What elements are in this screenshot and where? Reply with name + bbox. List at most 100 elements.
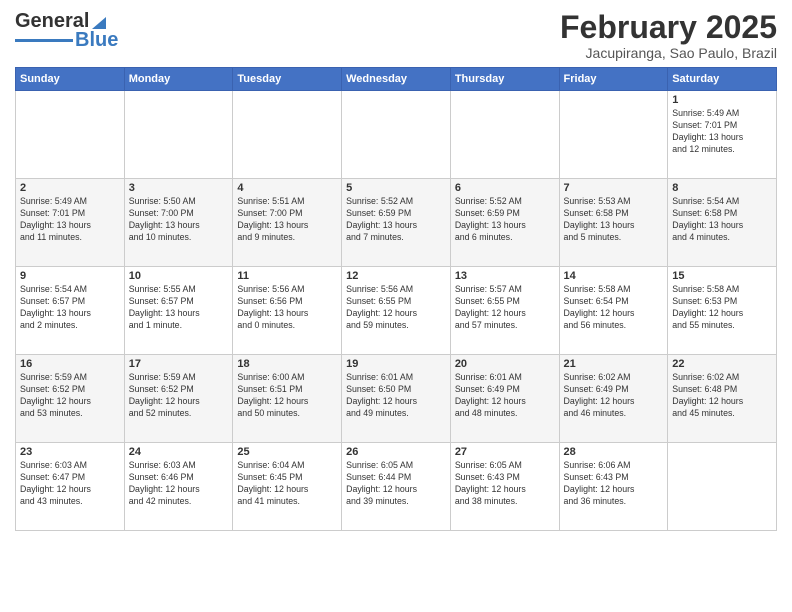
day-info: Sunrise: 6:04 AMSunset: 6:45 PMDaylight:… [237, 460, 337, 508]
day-number: 14 [564, 270, 664, 282]
day-info: Sunrise: 6:05 AMSunset: 6:44 PMDaylight:… [346, 460, 446, 508]
day-info: Sunrise: 5:55 AMSunset: 6:57 PMDaylight:… [129, 284, 229, 332]
table-row: 9Sunrise: 5:54 AMSunset: 6:57 PMDaylight… [16, 267, 125, 355]
table-row: 2 Sunrise: 5:49 AMSunset: 7:01 PMDaylight… [16, 179, 125, 267]
day-number: 22 [672, 358, 772, 370]
table-row [16, 91, 125, 179]
day-number: 5 [346, 182, 446, 194]
day-number: 12 [346, 270, 446, 282]
day-info: Sunrise: 6:02 AMSunset: 6:48 PMDaylight:… [672, 372, 772, 420]
table-row: 5 Sunrise: 5:52 AMSunset: 6:59 PMDaylight… [342, 179, 451, 267]
day-number: 1 [672, 94, 772, 106]
day-info: Sunrise: 5:57 AMSunset: 6:55 PMDaylight:… [455, 284, 555, 332]
table-row: 27 Sunrise: 6:05 AMSunset: 6:43 PMDayligh… [450, 443, 559, 531]
table-row: 1 Sunrise: 5:49 AMSunset: 7:01 PMDaylight… [668, 91, 777, 179]
day-number: 21 [564, 358, 664, 370]
day-number: 26 [346, 446, 446, 458]
table-row: 8Sunrise: 5:54 AMSunset: 6:58 PMDaylight… [668, 179, 777, 267]
logo-blue: Blue [75, 29, 118, 52]
table-row: 20Sunrise: 6:01 AMSunset: 6:49 PMDayligh… [450, 355, 559, 443]
month-title: February 2025 [560, 10, 777, 45]
table-row: 21 Sunrise: 6:02 AMSunset: 6:49 PMDayligh… [559, 355, 668, 443]
day-number: 25 [237, 446, 337, 458]
day-info: Sunrise: 5:58 AMSunset: 6:53 PMDaylight:… [672, 284, 772, 332]
day-number: 4 [237, 182, 337, 194]
day-info: Sunrise: 6:01 AMSunset: 6:49 PMDaylight:… [455, 372, 555, 420]
day-info: Sunrise: 5:54 AMSunset: 6:58 PMDaylight:… [672, 196, 772, 244]
logo-triangle-icon [90, 13, 108, 31]
day-number: 23 [20, 446, 120, 458]
table-row: 3 Sunrise: 5:50 AMSunset: 7:00 PMDaylight… [124, 179, 233, 267]
day-info: Sunrise: 5:56 AMSunset: 6:55 PMDaylight:… [346, 284, 446, 332]
table-row [450, 91, 559, 179]
table-row: 25 Sunrise: 6:04 AMSunset: 6:45 PMDayligh… [233, 443, 342, 531]
col-sunday: Sunday [16, 68, 125, 91]
day-info: Sunrise: 5:50 AMSunset: 7:00 PMDaylight:… [129, 196, 229, 244]
day-info: Sunrise: 5:52 AMSunset: 6:59 PMDaylight:… [346, 196, 446, 244]
col-friday: Friday [559, 68, 668, 91]
day-number: 2 [20, 182, 120, 194]
table-row [233, 91, 342, 179]
day-info: Sunrise: 5:49 AMSunset: 7:01 PMDaylight:… [672, 108, 772, 156]
day-info: Sunrise: 5:52 AMSunset: 6:59 PMDaylight:… [455, 196, 555, 244]
table-row: 19 Sunrise: 6:01 AMSunset: 6:50 PMDayligh… [342, 355, 451, 443]
day-info: Sunrise: 5:49 AMSunset: 7:01 PMDaylight:… [20, 196, 120, 244]
day-info: Sunrise: 6:01 AMSunset: 6:50 PMDaylight:… [346, 372, 446, 420]
day-number: 3 [129, 182, 229, 194]
table-row: 14 Sunrise: 5:58 AMSunset: 6:54 PMDayligh… [559, 267, 668, 355]
table-row: 10 Sunrise: 5:55 AMSunset: 6:57 PMDayligh… [124, 267, 233, 355]
table-row: 15 Sunrise: 5:58 AMSunset: 6:53 PMDayligh… [668, 267, 777, 355]
table-row: 4 Sunrise: 5:51 AMSunset: 7:00 PMDaylight… [233, 179, 342, 267]
day-info: Sunrise: 5:56 AMSunset: 6:56 PMDaylight:… [237, 284, 337, 332]
day-number: 27 [455, 446, 555, 458]
col-thursday: Thursday [450, 68, 559, 91]
day-number: 11 [237, 270, 337, 282]
day-info: Sunrise: 5:59 AMSunset: 6:52 PMDaylight:… [129, 372, 229, 420]
col-wednesday: Wednesday [342, 68, 451, 91]
logo: General Blue [15, 10, 118, 52]
table-row [668, 443, 777, 531]
col-monday: Monday [124, 68, 233, 91]
day-number: 16 [20, 358, 120, 370]
day-info: Sunrise: 5:53 AMSunset: 6:58 PMDaylight:… [564, 196, 664, 244]
calendar-header-row: Sunday Monday Tuesday Wednesday Thursday… [16, 68, 777, 91]
table-row: 24Sunrise: 6:03 AMSunset: 6:46 PMDayligh… [124, 443, 233, 531]
day-info: Sunrise: 5:59 AMSunset: 6:52 PMDaylight:… [20, 372, 120, 420]
day-info: Sunrise: 5:51 AMSunset: 7:00 PMDaylight:… [237, 196, 337, 244]
day-number: 10 [129, 270, 229, 282]
day-number: 6 [455, 182, 555, 194]
table-row [124, 91, 233, 179]
table-row: 7 Sunrise: 5:53 AMSunset: 6:58 PMDaylight… [559, 179, 668, 267]
location: Jacupiranga, Sao Paulo, Brazil [560, 45, 777, 61]
day-number: 13 [455, 270, 555, 282]
day-info: Sunrise: 6:06 AMSunset: 6:43 PMDaylight:… [564, 460, 664, 508]
table-row: 6 Sunrise: 5:52 AMSunset: 6:59 PMDaylight… [450, 179, 559, 267]
day-info: Sunrise: 6:05 AMSunset: 6:43 PMDaylight:… [455, 460, 555, 508]
day-number: 15 [672, 270, 772, 282]
day-info: Sunrise: 6:00 AMSunset: 6:51 PMDaylight:… [237, 372, 337, 420]
day-number: 28 [564, 446, 664, 458]
day-info: Sunrise: 5:58 AMSunset: 6:54 PMDaylight:… [564, 284, 664, 332]
day-number: 19 [346, 358, 446, 370]
table-row [559, 91, 668, 179]
header: General Blue February 2025 Jacupiranga, … [15, 10, 777, 61]
day-number: 18 [237, 358, 337, 370]
table-row: 17 Sunrise: 5:59 AMSunset: 6:52 PMDayligh… [124, 355, 233, 443]
col-tuesday: Tuesday [233, 68, 342, 91]
logo-underline [15, 39, 73, 42]
table-row: 22 Sunrise: 6:02 AMSunset: 6:48 PMDayligh… [668, 355, 777, 443]
day-info: Sunrise: 6:02 AMSunset: 6:49 PMDaylight:… [564, 372, 664, 420]
day-number: 17 [129, 358, 229, 370]
day-info: Sunrise: 6:03 AMSunset: 6:47 PMDaylight:… [20, 460, 120, 508]
table-row: 28 Sunrise: 6:06 AMSunset: 6:43 PMDayligh… [559, 443, 668, 531]
title-block: February 2025 Jacupiranga, Sao Paulo, Br… [560, 10, 777, 61]
table-row [342, 91, 451, 179]
table-row: 23 Sunrise: 6:03 AMSunset: 6:47 PMDayligh… [16, 443, 125, 531]
table-row: 16 Sunrise: 5:59 AMSunset: 6:52 PMDayligh… [16, 355, 125, 443]
day-number: 9 [20, 270, 120, 282]
col-saturday: Saturday [668, 68, 777, 91]
calendar: Sunday Monday Tuesday Wednesday Thursday… [15, 67, 777, 531]
table-row: 26 Sunrise: 6:05 AMSunset: 6:44 PMDayligh… [342, 443, 451, 531]
day-number: 7 [564, 182, 664, 194]
table-row: 11 Sunrise: 5:56 AMSunset: 6:56 PMDayligh… [233, 267, 342, 355]
